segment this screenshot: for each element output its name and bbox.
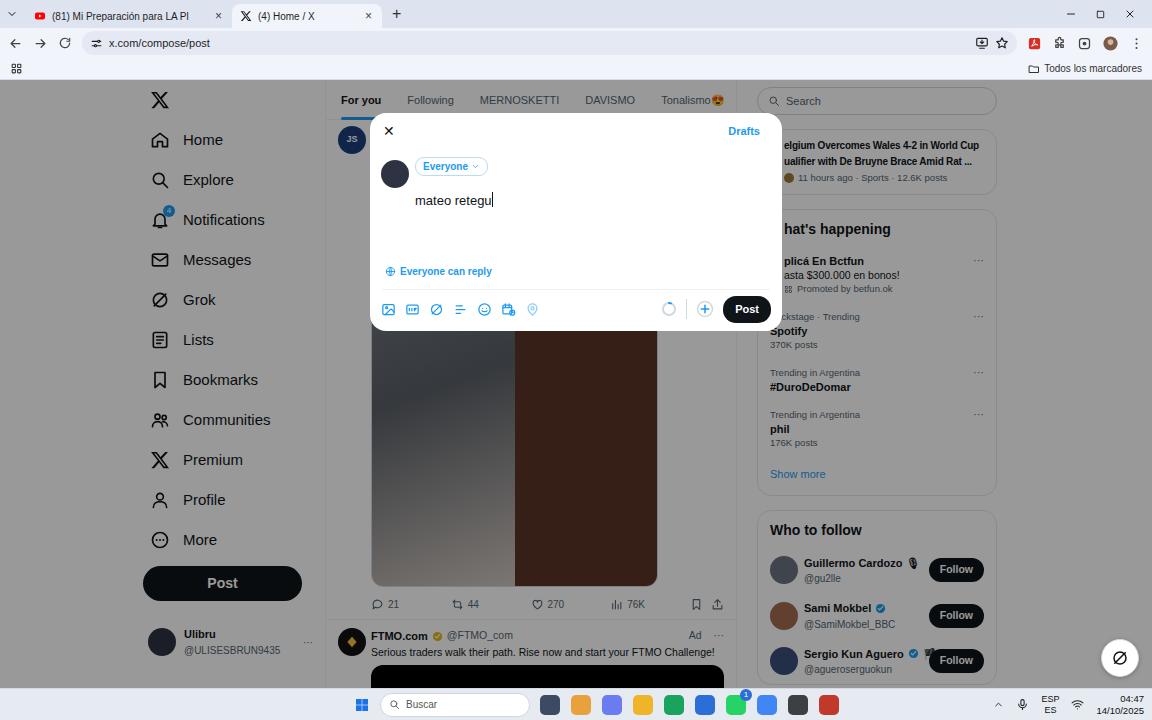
tab-strip: (81) Mi Preparación para LA Pl×(4) Home … [0,0,1152,28]
taskbar-search[interactable]: Buscar [380,693,530,717]
chevron-icon [471,162,480,171]
address-bar[interactable]: x.com/compose/post [82,31,1017,55]
date: 14/10/2025 [1096,705,1144,717]
copilot-icon[interactable] [602,695,622,715]
taskbar: Buscar 1 ESP ES 04:47 14/10/2025 [0,688,1152,720]
location-icon [525,302,540,317]
close-window-icon[interactable] [1124,8,1136,20]
store-icon[interactable] [695,695,715,715]
audience-label[interactable]: Everyone [423,159,468,174]
window-controls [1065,0,1146,28]
folder-icon [1028,63,1040,75]
search-icon [389,699,400,710]
audience-button[interactable]: Everyone [415,157,488,176]
bookmarks-label[interactable]: Todos los marcadores [1044,61,1142,76]
forward-icon[interactable] [33,36,48,51]
app-red-icon[interactable] [819,695,839,715]
browser-tab[interactable]: (4) Home / X × [232,4,382,28]
extensions-icon[interactable] [1052,36,1067,51]
text-caret [492,192,493,207]
grok-button[interactable] [1101,639,1139,677]
network-icon[interactable] [1071,698,1084,711]
task-view-icon[interactable] [540,695,560,715]
page-viewport: HomeExplore4NotificationsMessagesGrokLis… [0,80,1152,688]
add-post-icon[interactable] [696,300,714,318]
grok-icon [1111,649,1129,667]
maximize-icon[interactable] [1095,9,1106,20]
all-bookmarks[interactable]: Todos los marcadores [1028,61,1142,76]
browser-tab[interactable]: (81) Mi Preparación para LA Pl × [26,4,232,28]
x-logo-icon [240,10,252,22]
toolbar-divider [686,299,687,319]
menu-icon[interactable] [1129,36,1144,51]
back-icon[interactable] [8,36,23,51]
poll-icon[interactable] [453,302,468,317]
file-explorer-icon[interactable] [633,695,653,715]
clock[interactable]: 04:47 14/10/2025 [1096,693,1144,717]
globe-icon [385,266,396,277]
language-indicator[interactable]: ESP ES [1041,694,1059,716]
install-icon[interactable] [975,36,989,50]
time: 04:47 [1096,693,1144,705]
emoji-icon[interactable] [477,302,492,317]
browser-toolbar: x.com/compose/post [0,28,1152,58]
new-tab-button[interactable]: + [382,2,411,26]
edge-icon[interactable] [664,695,684,715]
bookmarks-bar: Todos los marcadores [0,58,1152,80]
tab-close-button[interactable]: × [363,7,374,25]
tab-close-button[interactable]: × [213,7,224,25]
tab-list: (81) Mi Preparación para LA Pl×(4) Home … [26,4,382,28]
reload-icon[interactable] [58,36,72,50]
progress-ring-icon [661,301,677,317]
app-icon[interactable] [788,695,808,715]
reply-setting-label[interactable]: Everyone can reply [400,264,492,279]
composer-avatar [381,160,409,188]
schedule-icon[interactable] [501,302,516,317]
tab-label[interactable]: (4) Home / X [258,9,357,24]
close-button[interactable]: ✕ [381,121,397,142]
youtube-icon [34,10,46,22]
tab-search-icon[interactable] [6,8,18,20]
taskbar-search-label[interactable]: Buscar [406,697,437,712]
extension-icon[interactable] [1077,36,1092,51]
keyboard-code: ES [1041,705,1059,716]
gif-icon[interactable] [405,302,420,317]
whatsapp-icon[interactable]: 1 [726,695,746,715]
microphone-icon[interactable] [1016,698,1029,711]
post-text[interactable]: mateo retegu [415,193,492,208]
address-text[interactable]: x.com/compose/post [109,35,210,52]
divider [382,289,770,290]
widgets-icon[interactable] [571,695,591,715]
site-info-icon[interactable] [90,37,103,50]
drafts-button[interactable]: Drafts [728,123,760,140]
composer-toolbar: Post [370,290,782,331]
apps-icon[interactable] [10,62,23,75]
image-icon[interactable] [381,302,396,317]
reply-setting[interactable]: Everyone can reply [370,252,782,279]
profile-avatar-icon[interactable] [1102,35,1119,52]
chrome-icon[interactable] [757,695,777,715]
post-text-input[interactable]: mateo retegu [415,190,771,252]
pdf-extension-icon[interactable] [1027,36,1042,51]
taskbar-badge: 1 [740,689,752,701]
grok-icon[interactable] [429,302,444,317]
hidden-icons-icon[interactable] [993,699,1004,710]
post-button[interactable]: Post [723,296,771,323]
star-icon[interactable] [995,36,1009,50]
system-tray: ESP ES 04:47 14/10/2025 [993,693,1144,717]
language-code: ESP [1041,694,1059,705]
compose-dialog: ✕ Drafts Everyone mateo retegu Ev [370,113,782,331]
tab-label[interactable]: (81) Mi Preparación para LA Pl [52,9,207,24]
minimize-icon[interactable] [1065,8,1077,20]
windows-start-icon[interactable] [354,697,370,713]
